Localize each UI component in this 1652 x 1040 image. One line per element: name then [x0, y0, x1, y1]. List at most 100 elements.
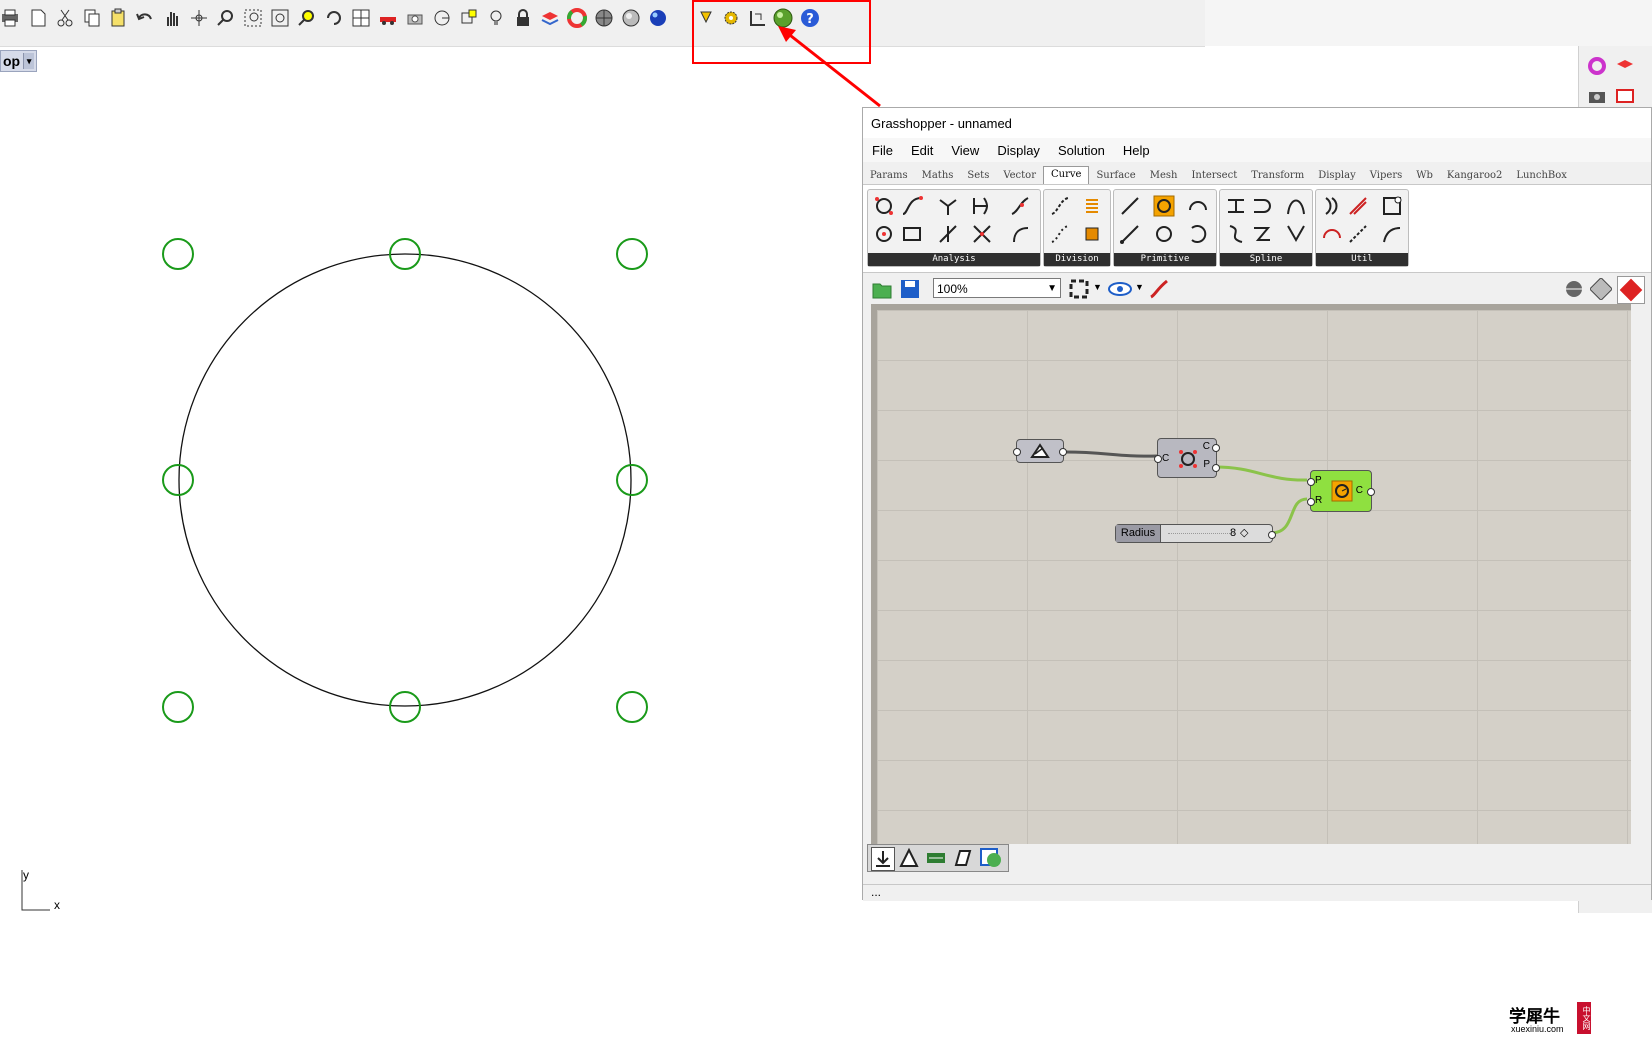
sphere-blue-icon[interactable]: [648, 8, 668, 28]
cut-icon[interactable]: [55, 8, 75, 28]
light-bulb-icon[interactable]: [486, 8, 506, 28]
offset-icon[interactable]: [1320, 194, 1344, 218]
tab-surface[interactable]: Surface: [1089, 170, 1142, 184]
contour-icon[interactable]: [1080, 194, 1104, 218]
output-port[interactable]: [1212, 444, 1220, 452]
tab-params[interactable]: Params: [863, 170, 915, 184]
viewport-dropdown-icon[interactable]: ▾: [23, 53, 35, 69]
undo-icon[interactable]: [135, 8, 155, 28]
curve-analysis-icon[interactable]: [900, 222, 924, 246]
arc-sed-icon[interactable]: [1186, 222, 1210, 246]
join-icon[interactable]: [1380, 194, 1404, 218]
layers-icon[interactable]: [540, 8, 560, 28]
menu-display[interactable]: Display: [988, 143, 1049, 158]
sketch-icon[interactable]: [1148, 278, 1170, 300]
new-icon[interactable]: [28, 8, 48, 28]
divide-curve-icon[interactable]: [1048, 194, 1072, 218]
explode-icon[interactable]: [1320, 222, 1344, 246]
menu-solution[interactable]: Solution: [1049, 143, 1114, 158]
print-icon[interactable]: [0, 8, 20, 28]
slider-handle-icon[interactable]: ◇: [1240, 526, 1248, 539]
tab-sets[interactable]: Sets: [960, 170, 996, 184]
open-file-icon[interactable]: [871, 278, 893, 300]
simplify-icon[interactable]: [1346, 222, 1370, 246]
bezier-span-icon[interactable]: [1284, 194, 1308, 218]
shatter-icon[interactable]: [1080, 222, 1104, 246]
input-port[interactable]: [1154, 455, 1162, 463]
extend-icon[interactable]: [1380, 222, 1404, 246]
menu-view[interactable]: View: [942, 143, 988, 158]
curve-analysis-icon[interactable]: [970, 194, 994, 218]
viewport-tab[interactable]: op ▾: [0, 50, 38, 72]
circle-icon[interactable]: [432, 8, 452, 28]
curve-analysis-icon[interactable]: [1008, 194, 1032, 218]
input-port[interactable]: [1307, 478, 1315, 486]
curve-analysis-icon[interactable]: [872, 194, 896, 218]
nurbs-curve-icon[interactable]: [1250, 194, 1274, 218]
curve-analysis-icon[interactable]: [1008, 222, 1032, 246]
tab-lunchbox[interactable]: LunchBox: [1509, 170, 1574, 184]
input-port[interactable]: [1307, 498, 1315, 506]
line-sdl-icon[interactable]: [1118, 222, 1142, 246]
curve-analysis-icon[interactable]: [900, 194, 924, 218]
rhino-viewport[interactable]: [0, 70, 860, 913]
output-port[interactable]: [1268, 531, 1276, 539]
tab-curve[interactable]: Curve: [1042, 166, 1090, 184]
tab-transform[interactable]: Transform: [1244, 170, 1311, 184]
polyarc-icon[interactable]: [1250, 222, 1274, 246]
circle-cnr-icon[interactable]: [1152, 222, 1176, 246]
lock-icon[interactable]: [513, 8, 533, 28]
zoom-extents-icon[interactable]: [1068, 278, 1090, 300]
pan-icon[interactable]: [162, 8, 182, 28]
slider-param-icon[interactable]: [925, 847, 947, 869]
rotate-view-icon[interactable]: [189, 8, 209, 28]
output-port[interactable]: [1059, 448, 1067, 456]
slider-track[interactable]: [1168, 533, 1234, 535]
gh-canvas[interactable]: C C P P R C Radius 8 ◇ 学犀牛 xuexiniu.com …: [871, 304, 1631, 1040]
paste-icon[interactable]: [108, 8, 128, 28]
panel-param-icon[interactable]: [979, 847, 1003, 869]
camera-icon[interactable]: [405, 8, 425, 28]
chevron-down-icon[interactable]: ▼: [1135, 282, 1144, 292]
curve-analysis-icon[interactable]: [872, 222, 896, 246]
tab-vector[interactable]: Vector: [996, 170, 1043, 184]
four-viewports-icon[interactable]: [351, 8, 371, 28]
menu-edit[interactable]: Edit: [902, 143, 942, 158]
camera-icon[interactable]: [1587, 86, 1607, 106]
save-icon[interactable]: [899, 278, 921, 300]
snap-icon[interactable]: [459, 8, 479, 28]
interpolate-icon[interactable]: [1224, 194, 1248, 218]
arc-icon[interactable]: [1186, 194, 1210, 218]
curve-param-node[interactable]: [1013, 439, 1067, 463]
viewport-properties-icon[interactable]: [1615, 86, 1635, 106]
zoom-window-icon[interactable]: [243, 8, 263, 28]
output-port[interactable]: [1212, 464, 1220, 472]
download-icon[interactable]: [871, 847, 895, 871]
curve-param-icon[interactable]: [898, 847, 920, 869]
zoom-select[interactable]: 100% ▼: [933, 278, 1061, 298]
fillet-icon[interactable]: [1346, 194, 1370, 218]
preview-wire-icon[interactable]: [1563, 278, 1585, 300]
tab-wb[interactable]: Wb: [1409, 170, 1440, 184]
zoom-icon[interactable]: [216, 8, 236, 28]
tab-vipers[interactable]: Vipers: [1363, 170, 1409, 184]
radius-slider[interactable]: Radius 8 ◇: [1115, 524, 1276, 543]
rotate-icon[interactable]: [324, 8, 344, 28]
brep-param-icon[interactable]: [952, 847, 974, 869]
line-icon[interactable]: [1118, 194, 1142, 218]
circle-node[interactable]: P R C: [1307, 470, 1375, 512]
curve-analysis-icon[interactable]: [936, 222, 960, 246]
tab-maths[interactable]: Maths: [915, 170, 961, 184]
sphere-shaded-icon[interactable]: [621, 8, 641, 28]
input-port[interactable]: [1013, 448, 1021, 456]
color-wheel-icon[interactable]: [567, 8, 587, 28]
output-port[interactable]: [1367, 488, 1375, 496]
layers-icon[interactable]: [1615, 56, 1635, 76]
preview-shaded-icon[interactable]: [1588, 276, 1614, 302]
polyline-icon[interactable]: [1224, 222, 1248, 246]
zoom-extents-icon[interactable]: [270, 8, 290, 28]
color-wheel-icon[interactable]: [1587, 56, 1607, 76]
tab-mesh[interactable]: Mesh: [1143, 170, 1185, 184]
tab-display[interactable]: Display: [1311, 170, 1363, 184]
control-points-node[interactable]: C C P: [1154, 438, 1220, 478]
